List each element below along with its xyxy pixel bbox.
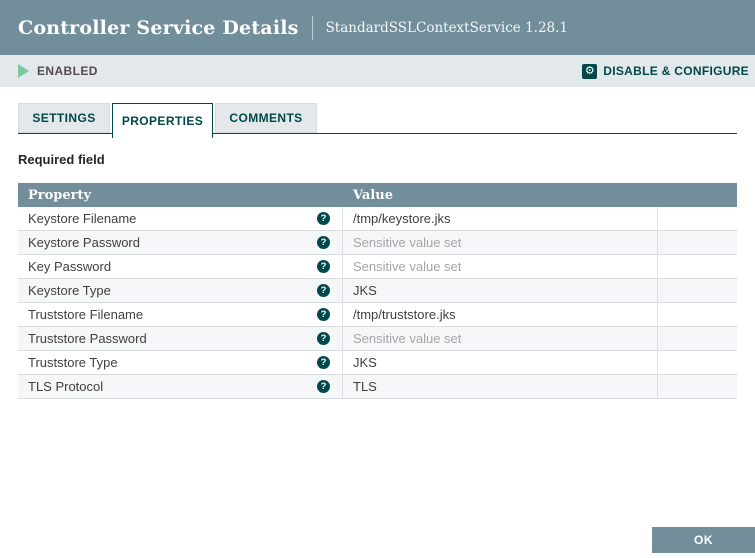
configure-gear-icon: ⚙	[582, 63, 598, 79]
state-label: ENABLED	[37, 64, 98, 78]
column-header-property: Property	[28, 187, 92, 203]
help-icon[interactable]: ?	[317, 212, 330, 225]
service-state: ENABLED	[18, 64, 98, 78]
tab-properties[interactable]: PROPERTIES	[112, 103, 213, 138]
property-value: TLS	[353, 379, 377, 394]
help-icon[interactable]: ?	[317, 284, 330, 297]
help-icon[interactable]: ?	[317, 260, 330, 273]
dialog-header: Controller Service Details StandardSSLCo…	[0, 0, 755, 55]
property-value: Sensitive value set	[353, 331, 462, 346]
table-header-row: Property Value	[18, 183, 737, 207]
controller-service-details-dialog: Controller Service Details StandardSSLCo…	[0, 0, 755, 558]
tab-comments[interactable]: COMMENTS	[215, 103, 317, 133]
help-icon[interactable]: ?	[317, 380, 330, 393]
property-value: /tmp/keystore.jks	[353, 211, 451, 226]
help-icon[interactable]: ?	[317, 356, 330, 369]
property-value: JKS	[353, 355, 377, 370]
required-field-label: Required field	[18, 152, 105, 167]
table-row: Truststore Password ? Sensitive value se…	[18, 327, 737, 351]
table-row: Keystore Filename ? /tmp/keystore.jks	[18, 207, 737, 231]
status-bar: ENABLED ⚙ DISABLE & CONFIGURE	[0, 55, 755, 87]
property-value: Sensitive value set	[353, 235, 462, 250]
table-row: Key Password ? Sensitive value set	[18, 255, 737, 279]
tab-bar: SETTINGS PROPERTIES COMMENTS	[18, 103, 319, 138]
ok-button[interactable]: OK	[652, 527, 755, 553]
enabled-play-icon	[18, 64, 29, 78]
property-name: Keystore Password	[28, 235, 140, 250]
property-name: Truststore Filename	[28, 307, 144, 322]
table-row: Truststore Type ? JKS	[18, 351, 737, 375]
property-name: Truststore Type	[28, 355, 118, 370]
property-value: /tmp/truststore.jks	[353, 307, 456, 322]
property-name: Keystore Filename	[28, 211, 137, 226]
properties-table: Property Value Keystore Filename ? /tmp/…	[18, 183, 737, 399]
disable-and-configure-button[interactable]: ⚙ DISABLE & CONFIGURE	[582, 63, 749, 79]
service-name-version: StandardSSLContextService 1.28.1	[325, 19, 569, 36]
property-value: JKS	[353, 283, 377, 298]
disable-and-configure-label: DISABLE & CONFIGURE	[603, 64, 749, 78]
property-value: Sensitive value set	[353, 259, 462, 274]
property-name: Keystore Type	[28, 283, 111, 298]
help-icon[interactable]: ?	[317, 236, 330, 249]
help-icon[interactable]: ?	[317, 332, 330, 345]
help-icon[interactable]: ?	[317, 308, 330, 321]
table-row: Keystore Type ? JKS	[18, 279, 737, 303]
dialog-title: Controller Service Details	[18, 16, 299, 39]
property-name: TLS Protocol	[28, 379, 104, 394]
property-name: Truststore Password	[28, 331, 147, 346]
table-row: Keystore Password ? Sensitive value set	[18, 231, 737, 255]
property-name: Key Password	[28, 259, 112, 274]
table-row: TLS Protocol ? TLS	[18, 375, 737, 399]
title-separator	[311, 15, 313, 40]
tab-settings[interactable]: SETTINGS	[18, 103, 110, 133]
table-row: Truststore Filename ? /tmp/truststore.jk…	[18, 303, 737, 327]
column-header-value: Value	[353, 187, 393, 203]
